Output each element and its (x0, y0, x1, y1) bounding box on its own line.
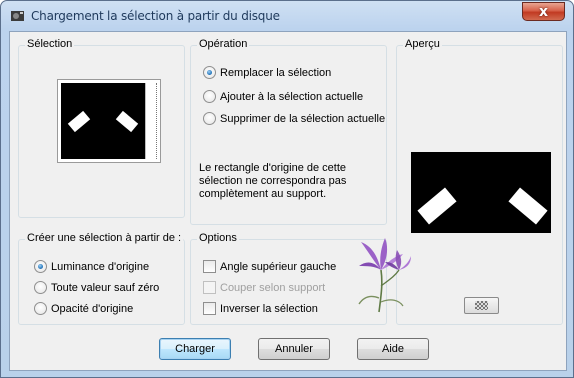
radio-replace[interactable]: Remplacer la sélection (203, 66, 331, 79)
window-title: Chargement la sélection à partir du disq… (31, 9, 280, 23)
thumbnail-scroll-strip (145, 83, 157, 159)
flower-decoration-icon (358, 238, 411, 313)
checkbox-invert[interactable]: Inverser la sélection (203, 302, 318, 315)
dialog-window: Chargement la sélection à partir du disq… (0, 0, 574, 378)
radio-label: Ajouter à la sélection actuelle (220, 90, 364, 103)
checkbox (203, 281, 216, 294)
radio-subtract[interactable]: Supprimer de la sélection actuelle (203, 112, 385, 125)
checkbox-label: Inverser la sélection (220, 302, 318, 315)
selection-thumbnail (57, 79, 161, 163)
close-icon: x (538, 3, 549, 20)
options-group-label: Options (197, 232, 239, 244)
dialog-client: Sélection Opération Remplacer la sélecti… (9, 31, 567, 371)
preview-image (411, 152, 551, 233)
thumbnail-shape-right (115, 110, 139, 133)
preview-shape-left (417, 187, 457, 225)
checkbox[interactable] (203, 302, 216, 315)
thumbnail-image (61, 83, 145, 159)
radio-label: Luminance d'origine (51, 260, 150, 273)
radio-luminance[interactable]: Luminance d'origine (34, 260, 149, 273)
checkbox-top-left[interactable]: Angle supérieur gauche (203, 260, 336, 273)
checkbox[interactable] (203, 260, 216, 273)
thumbnail-shape-left (67, 110, 91, 133)
create-group-label: Créer une sélection à partir de : (25, 232, 184, 244)
operation-group: Opération Remplacer la sélection Ajouter… (190, 38, 387, 225)
app-icon (11, 11, 24, 21)
checkerboard-icon (475, 301, 488, 310)
checkbox-label: Couper selon support (220, 281, 326, 294)
close-button[interactable]: x (522, 2, 565, 21)
create-from-group: Créer une sélection à partir de : Lumina… (18, 232, 185, 325)
title-bar[interactable]: Chargement la sélection à partir du disq… (1, 1, 573, 31)
preview-group: Aperçu (396, 38, 563, 325)
preview-group-label: Aperçu (403, 38, 442, 50)
radio-button[interactable] (34, 302, 47, 315)
radio-add[interactable]: Ajouter à la sélection actuelle (203, 90, 363, 103)
radio-button[interactable] (34, 260, 47, 273)
radio-label: Remplacer la sélection (220, 66, 332, 79)
radio-opacity[interactable]: Opacité d'origine (34, 302, 133, 315)
preview-shape-right (508, 187, 548, 225)
transparency-toggle-button[interactable] (464, 297, 499, 314)
radio-label: Opacité d'origine (51, 302, 134, 315)
radio-label: Supprimer de la sélection actuelle (220, 112, 386, 125)
operation-group-label: Opération (197, 38, 250, 50)
checkbox-crop-to-canvas: Couper selon support (203, 281, 325, 294)
help-button[interactable]: Aide (357, 338, 429, 360)
info-message: Le rectangle d'origine de cette sélectio… (199, 162, 347, 200)
radio-button[interactable] (34, 281, 47, 294)
selection-group-label: Sélection (25, 38, 75, 50)
selection-group: Sélection (18, 38, 185, 218)
load-button[interactable]: Charger (159, 338, 231, 360)
radio-button[interactable] (203, 90, 216, 103)
radio-button[interactable] (203, 66, 216, 79)
checkbox-label: Angle supérieur gauche (220, 260, 337, 273)
radio-nonzero[interactable]: Toute valeur sauf zéro (34, 281, 159, 294)
cancel-button[interactable]: Annuler (258, 338, 330, 360)
radio-button[interactable] (203, 112, 216, 125)
radio-label: Toute valeur sauf zéro (51, 281, 160, 294)
